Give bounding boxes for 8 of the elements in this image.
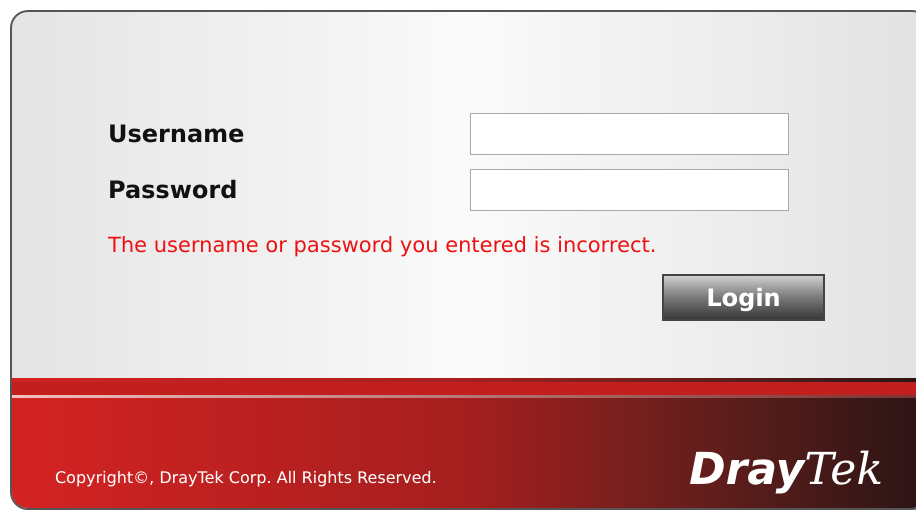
input-field[interactable] bbox=[470, 169, 789, 211]
brand-logo: DrayTek bbox=[689, 444, 883, 496]
login-button[interactable]: Login bbox=[662, 274, 825, 321]
field-label: Username bbox=[108, 119, 246, 150]
error-message: The username or password you entered is incorrect. bbox=[108, 232, 658, 259]
field-label: Password bbox=[108, 175, 238, 206]
copyright-text: Copyright©, DrayTek Corp. All Rights Reserved. bbox=[55, 467, 437, 489]
input-field[interactable] bbox=[470, 113, 789, 155]
